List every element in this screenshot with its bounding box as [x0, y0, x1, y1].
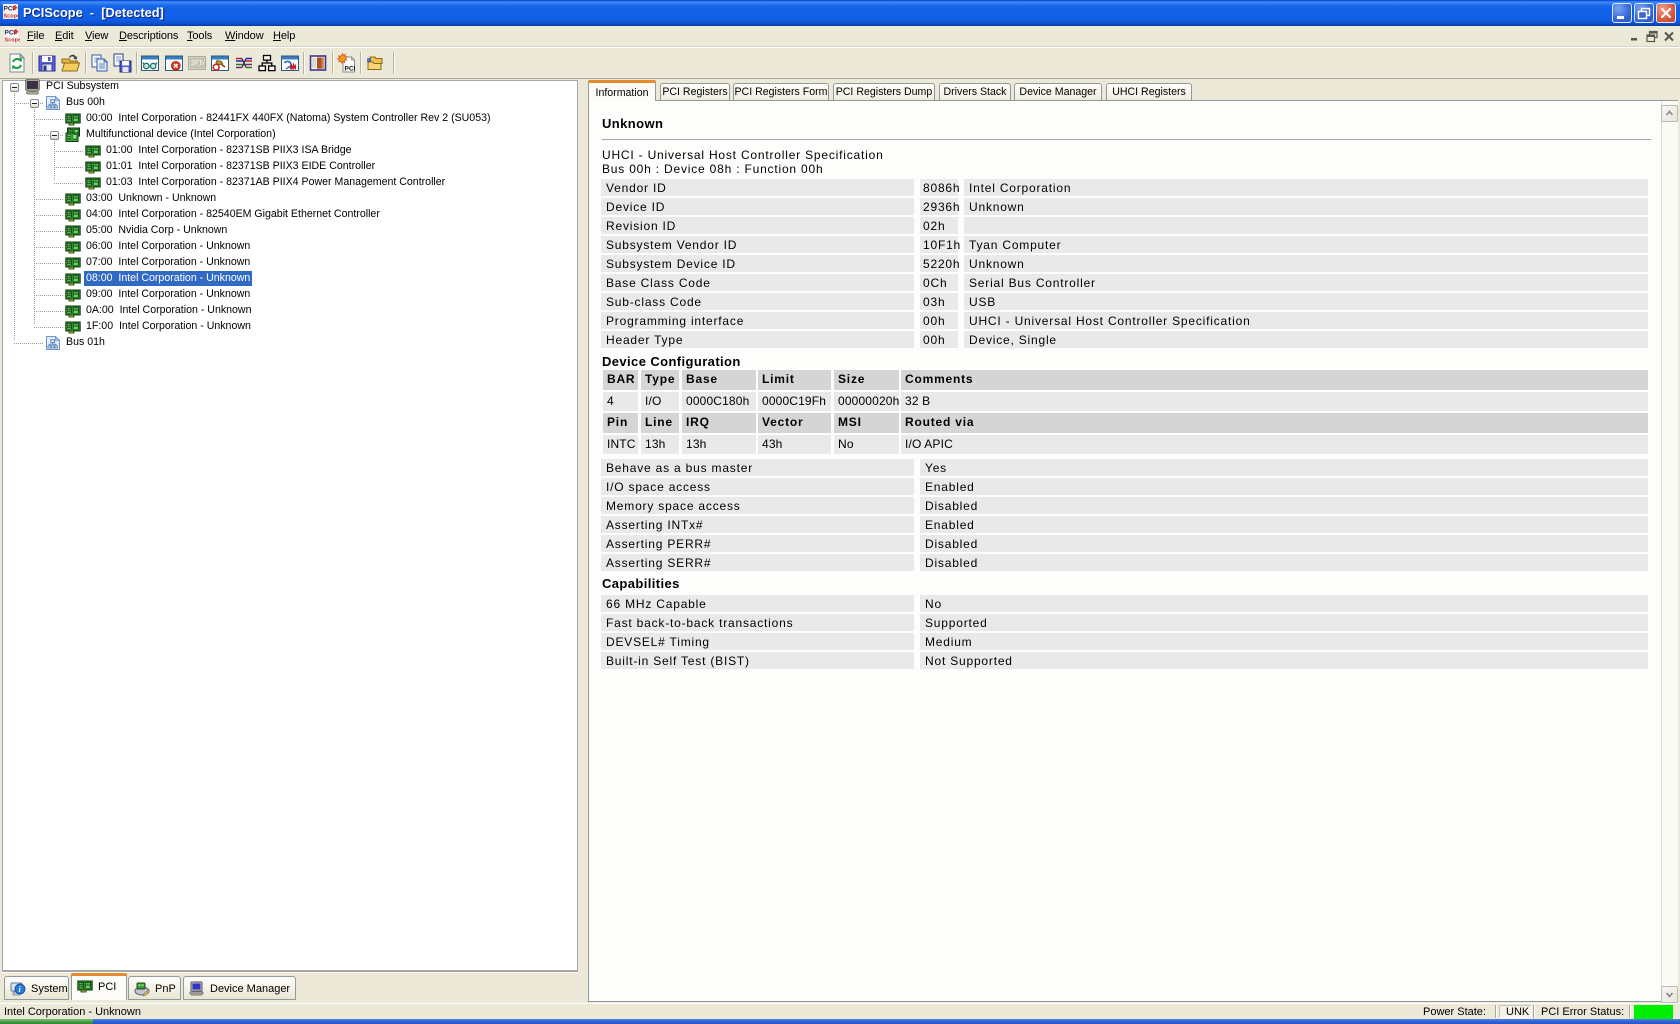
svg-text:PCI: PCI [345, 66, 356, 73]
svg-text:Scope: Scope [5, 38, 21, 44]
svg-text:Scope: Scope [4, 14, 20, 20]
svg-text:3Fh: 3Fh [191, 59, 205, 68]
svg-text:PCI: PCI [4, 6, 15, 13]
svg-text:PCI: PCI [5, 30, 16, 37]
